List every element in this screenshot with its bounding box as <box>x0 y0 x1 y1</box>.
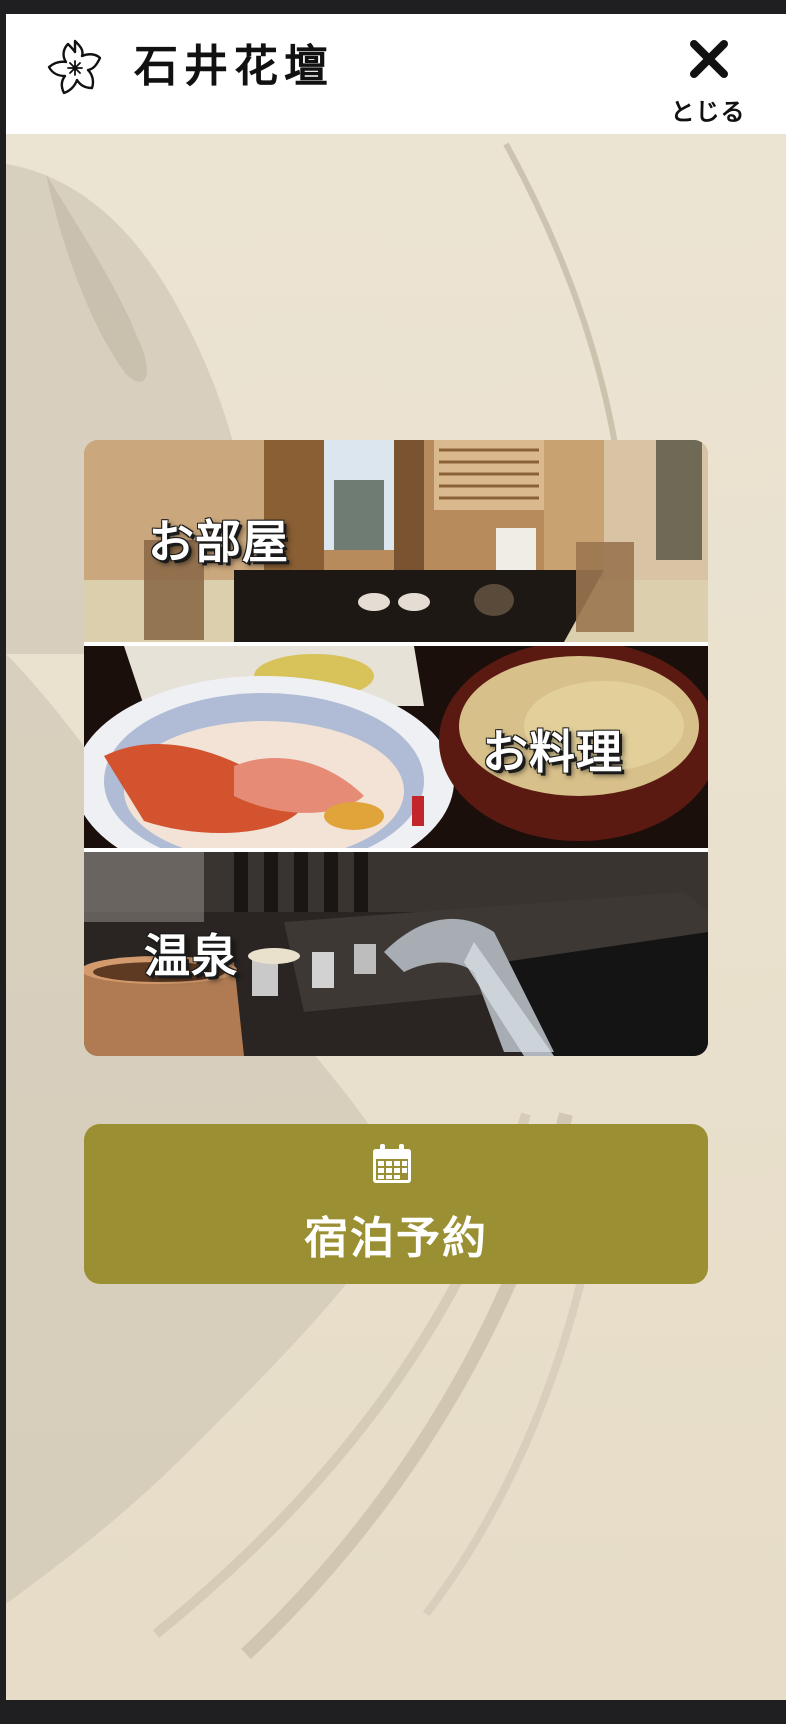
close-icon <box>690 40 728 78</box>
calendar-icon <box>373 1144 411 1183</box>
cuisine-label: お料理 <box>482 725 623 779</box>
logo-text[interactable]: 石井花壇 <box>134 42 334 92</box>
sakura-logo-icon <box>47 39 102 95</box>
hot-spring-label: 温泉 <box>144 929 238 983</box>
rooms-label: お部屋 <box>148 515 289 569</box>
reservation-button[interactable]: 宿泊予約 <box>84 1124 708 1284</box>
close-button[interactable]: とじる <box>658 30 758 130</box>
paper-background: お部屋 お料理 温泉 宿泊予約 <box>6 134 786 1700</box>
menu-cards: お部屋 お料理 温泉 <box>84 440 708 1056</box>
header: 石井花壇 とじる <box>6 14 786 134</box>
reservation-label: 宿泊予約 <box>304 1213 488 1264</box>
menu-panel: 石井花壇 とじる お部屋 お料理 温泉 宿泊予約 <box>6 14 786 1700</box>
menu-item-cuisine[interactable]: お料理 <box>84 646 708 848</box>
menu-item-hot-spring[interactable]: 温泉 <box>84 852 708 1056</box>
menu-item-rooms[interactable]: お部屋 <box>84 440 708 642</box>
close-label: とじる <box>670 98 746 126</box>
